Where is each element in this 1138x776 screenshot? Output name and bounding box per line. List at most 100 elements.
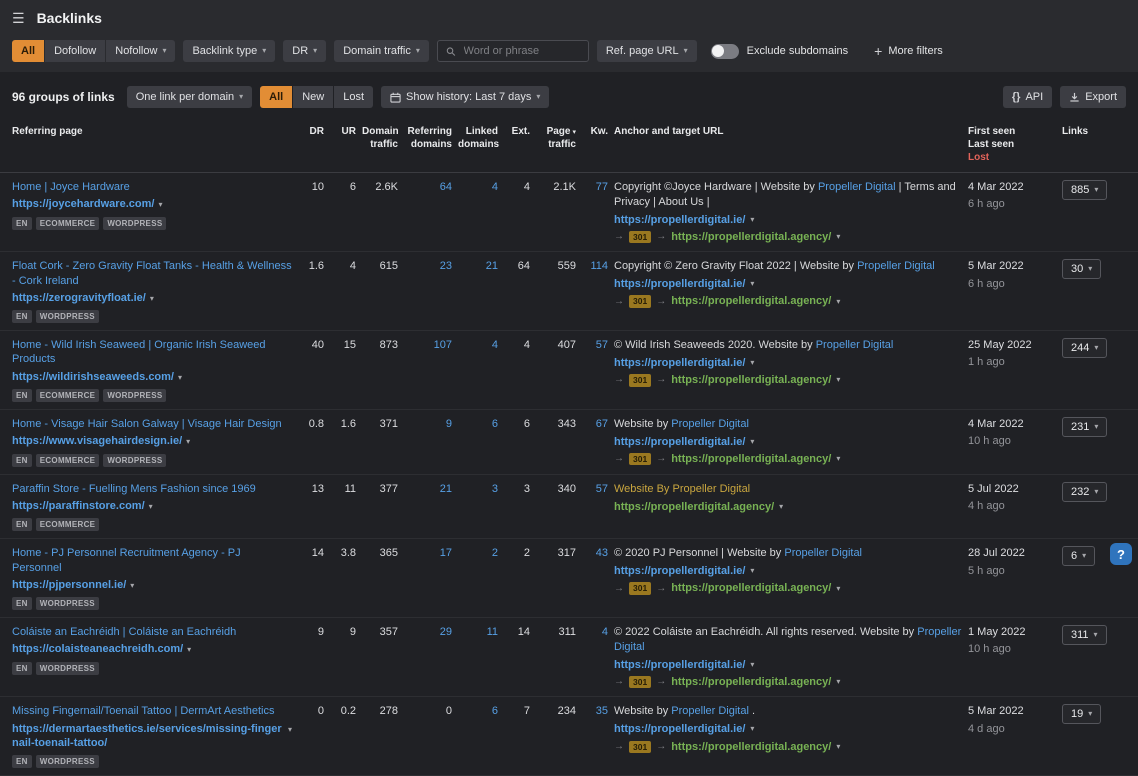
links-count-dropdown[interactable]: 244 ▾ bbox=[1062, 338, 1107, 358]
referring-page-title-link[interactable]: Home - Visage Hair Salon Galway | Visage… bbox=[12, 417, 292, 431]
chevron-down-icon[interactable]: ▾ bbox=[836, 455, 840, 463]
chevron-down-icon[interactable]: ▾ bbox=[158, 201, 162, 209]
more-filters-button[interactable]: + More filters bbox=[868, 43, 949, 59]
target-url-link[interactable]: https://propellerdigital.ie/ bbox=[614, 277, 745, 291]
target-url-link[interactable]: https://propellerdigital.ie/ bbox=[614, 356, 745, 370]
chevron-down-icon[interactable]: ▾ bbox=[149, 503, 153, 511]
show-history-dropdown[interactable]: Show history: Last 7 days▾ bbox=[381, 86, 549, 108]
chevron-down-icon[interactable]: ▾ bbox=[750, 725, 754, 733]
column-header-first-seen[interactable]: First seen Last seen Lost bbox=[968, 125, 1056, 164]
column-header-ext[interactable]: Ext. bbox=[504, 125, 530, 138]
tab-new[interactable]: New bbox=[293, 86, 333, 108]
referring-page-url-link[interactable]: https://colaisteaneachreidh.com/ bbox=[12, 642, 183, 656]
referring-page-url-link[interactable]: https://pjpersonnel.ie/ bbox=[12, 578, 126, 592]
target-url-link[interactable]: https://propellerdigital.agency/ bbox=[671, 675, 831, 689]
chevron-down-icon[interactable]: ▾ bbox=[750, 280, 754, 288]
chevron-down-icon[interactable]: ▾ bbox=[187, 646, 191, 654]
exclude-subdomains-toggle[interactable] bbox=[711, 44, 739, 59]
column-header-ur[interactable]: UR bbox=[330, 125, 356, 138]
referring-page-title-link[interactable]: Float Cork - Zero Gravity Float Tanks - … bbox=[12, 259, 292, 288]
target-url-link[interactable]: https://propellerdigital.agency/ bbox=[671, 452, 831, 466]
column-header-kw[interactable]: Kw. bbox=[582, 125, 608, 138]
chevron-down-icon[interactable]: ▾ bbox=[130, 582, 134, 590]
links-count-dropdown[interactable]: 311 ▾ bbox=[1062, 625, 1107, 645]
links-count-dropdown[interactable]: 19 ▾ bbox=[1062, 704, 1101, 724]
anchor-text[interactable]: Propeller Digital bbox=[818, 181, 896, 193]
links-count-dropdown[interactable]: 6 ▾ bbox=[1062, 546, 1095, 566]
column-header-domain-traffic[interactable]: Domain traffic bbox=[362, 125, 398, 151]
chevron-down-icon[interactable]: ▾ bbox=[288, 726, 292, 734]
column-header-referring-page[interactable]: Referring page bbox=[12, 125, 292, 138]
keywords-link[interactable]: 57 bbox=[582, 338, 608, 352]
tab-lost[interactable]: Lost bbox=[334, 86, 373, 108]
referring-page-title-link[interactable]: Home - Wild Irish Seaweed | Organic Iris… bbox=[12, 338, 292, 367]
anchor-text[interactable]: Propeller Digital bbox=[671, 418, 749, 430]
chevron-down-icon[interactable]: ▾ bbox=[836, 233, 840, 241]
chevron-down-icon[interactable]: ▾ bbox=[750, 567, 754, 575]
filter-dofollow-button[interactable]: Dofollow bbox=[45, 40, 105, 62]
hamburger-menu-icon[interactable]: ☰ bbox=[12, 11, 25, 25]
linked-domains-link[interactable]: 6 bbox=[458, 704, 498, 718]
chevron-down-icon[interactable]: ▾ bbox=[750, 661, 754, 669]
chevron-down-icon[interactable]: ▾ bbox=[750, 216, 754, 224]
chevron-down-icon[interactable]: ▾ bbox=[836, 298, 840, 306]
column-header-page-traffic[interactable]: Page▾ traffic bbox=[536, 125, 576, 151]
tab-all[interactable]: All bbox=[260, 86, 292, 108]
domain-traffic-filter-dropdown[interactable]: Domain traffic▾ bbox=[334, 40, 429, 62]
anchor-text[interactable]: Propeller Digital bbox=[816, 339, 894, 351]
chevron-down-icon[interactable]: ▾ bbox=[779, 503, 783, 511]
referring-page-url-link[interactable]: https://zerogravityfloat.ie/ bbox=[12, 291, 146, 305]
target-url-link[interactable]: https://propellerdigital.agency/ bbox=[671, 230, 831, 244]
linked-domains-link[interactable]: 11 bbox=[458, 625, 498, 639]
target-url-link[interactable]: https://propellerdigital.agency/ bbox=[671, 581, 831, 595]
link-mode-dropdown[interactable]: One link per domain▾ bbox=[127, 86, 252, 108]
referring-page-url-link[interactable]: https://joycehardware.com/ bbox=[12, 197, 154, 211]
referring-page-title-link[interactable]: Home | Joyce Hardware bbox=[12, 180, 292, 194]
dr-filter-dropdown[interactable]: DR▾ bbox=[283, 40, 326, 62]
keywords-link[interactable]: 77 bbox=[582, 180, 608, 194]
anchor-text[interactable]: Propeller Digital bbox=[784, 547, 862, 559]
keywords-link[interactable]: 43 bbox=[582, 546, 608, 560]
chevron-down-icon[interactable]: ▾ bbox=[836, 678, 840, 686]
linked-domains-link[interactable]: 4 bbox=[458, 180, 498, 194]
target-url-link[interactable]: https://propellerdigital.agency/ bbox=[671, 740, 831, 754]
backlink-type-dropdown[interactable]: Backlink type▾ bbox=[183, 40, 275, 62]
referring-domains-link[interactable]: 9 bbox=[404, 417, 452, 431]
target-url-link[interactable]: https://propellerdigital.ie/ bbox=[614, 658, 745, 672]
links-count-dropdown[interactable]: 30 ▾ bbox=[1062, 259, 1101, 279]
filter-nofollow-dropdown[interactable]: Nofollow▾ bbox=[106, 40, 175, 62]
ref-page-url-dropdown[interactable]: Ref. page URL▾ bbox=[597, 40, 697, 62]
anchor-text[interactable]: Propeller Digital bbox=[671, 705, 749, 717]
api-button[interactable]: {}API bbox=[1003, 86, 1052, 108]
keywords-link[interactable]: 67 bbox=[582, 417, 608, 431]
referring-page-title-link[interactable]: Coláiste an Eachréidh | Coláiste an Each… bbox=[12, 625, 292, 639]
column-header-referring-domains[interactable]: Referring domains bbox=[404, 125, 452, 151]
keywords-link[interactable]: 57 bbox=[582, 482, 608, 496]
keywords-link[interactable]: 114 bbox=[582, 259, 608, 273]
anchor-text[interactable]: Propeller Digital bbox=[857, 260, 935, 272]
referring-domains-link[interactable]: 21 bbox=[404, 482, 452, 496]
linked-domains-link[interactable]: 21 bbox=[458, 259, 498, 273]
referring-page-url-link[interactable]: https://paraffinstore.com/ bbox=[12, 499, 145, 513]
referring-page-title-link[interactable]: Paraffin Store - Fuelling Mens Fashion s… bbox=[12, 482, 292, 496]
linked-domains-link[interactable]: 6 bbox=[458, 417, 498, 431]
links-count-dropdown[interactable]: 232 ▾ bbox=[1062, 482, 1107, 502]
target-url-link[interactable]: https://propellerdigital.ie/ bbox=[614, 435, 745, 449]
keywords-link[interactable]: 4 bbox=[582, 625, 608, 639]
referring-domains-link[interactable]: 64 bbox=[404, 180, 452, 194]
referring-page-url-link[interactable]: https://wildirishseaweeds.com/ bbox=[12, 370, 174, 384]
chevron-down-icon[interactable]: ▾ bbox=[178, 374, 182, 382]
help-button[interactable]: ? bbox=[1110, 543, 1132, 565]
chevron-down-icon[interactable]: ▾ bbox=[836, 376, 840, 384]
referring-domains-link[interactable]: 23 bbox=[404, 259, 452, 273]
referring-domains-link[interactable]: 17 bbox=[404, 546, 452, 560]
keywords-link[interactable]: 35 bbox=[582, 704, 608, 718]
export-button[interactable]: Export bbox=[1060, 86, 1126, 108]
target-url-link[interactable]: https://propellerdigital.agency/ bbox=[614, 500, 774, 514]
links-count-dropdown[interactable]: 885 ▾ bbox=[1062, 180, 1107, 200]
chevron-down-icon[interactable]: ▾ bbox=[836, 585, 840, 593]
chevron-down-icon[interactable]: ▾ bbox=[186, 438, 190, 446]
referring-domains-link[interactable]: 107 bbox=[404, 338, 452, 352]
target-url-link[interactable]: https://propellerdigital.agency/ bbox=[671, 373, 831, 387]
target-url-link[interactable]: https://propellerdigital.agency/ bbox=[671, 294, 831, 308]
